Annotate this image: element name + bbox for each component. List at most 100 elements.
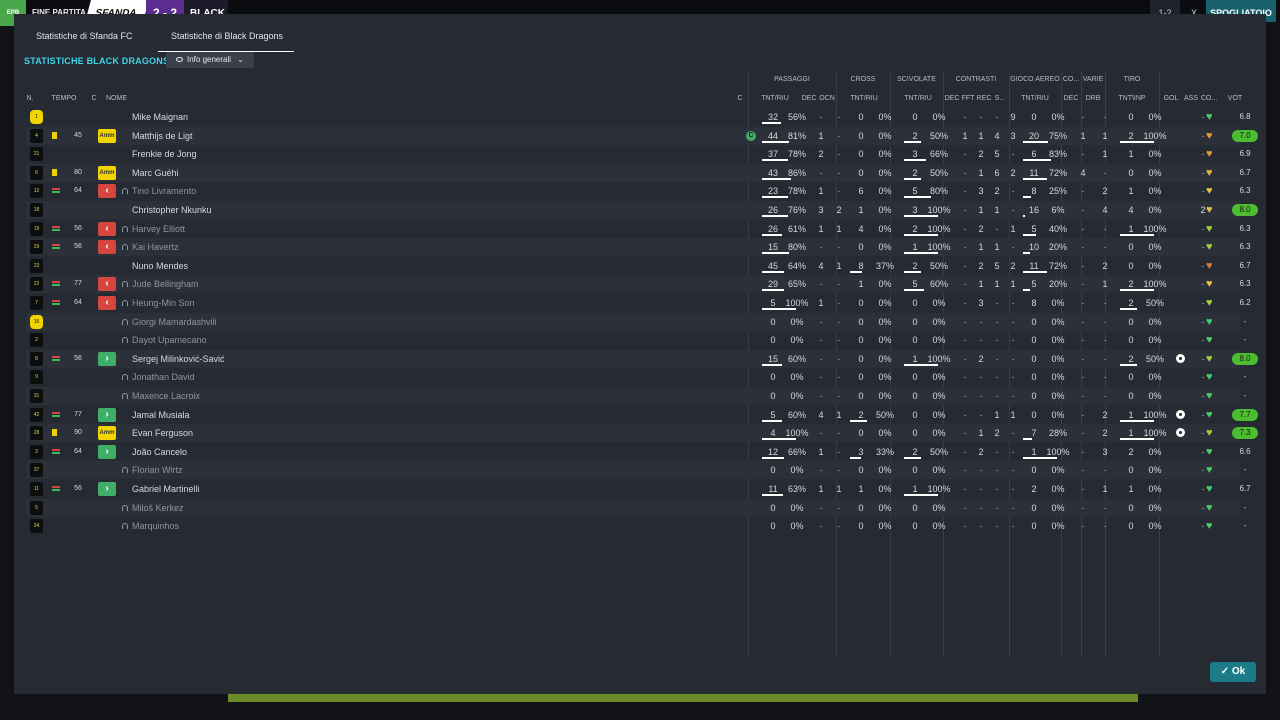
stat-percent: 0%	[878, 465, 892, 476]
stat-value: -	[1103, 521, 1107, 532]
player-name[interactable]: Miloš Kerkez	[132, 499, 184, 517]
stat-value: 2	[1128, 446, 1134, 457]
player-profile-icon[interactable]	[122, 300, 128, 306]
sub-in-arrow	[52, 284, 60, 287]
table-row[interactable]: 23 Nuno Mendes 45 64% 4 1 8 37% 2 50% -2 5 2 11 72% -2 0…	[26, 257, 1251, 275]
stat-value: 0	[1128, 372, 1134, 383]
player-name[interactable]: Harvey Elliott	[132, 220, 185, 238]
player-name[interactable]: Kai Havertz	[132, 238, 179, 256]
table-row[interactable]: 37 Florian Wirtz 0 0% - - 0 0% 0 0% - - - - 0 0% - - 0 0% - ♥…	[26, 461, 1246, 480]
substitution-icon	[52, 411, 60, 417]
player-name[interactable]: Jonathan David	[132, 368, 195, 386]
player-profile-icon[interactable]	[122, 281, 128, 288]
player-name[interactable]: Nuno Mendes	[132, 257, 188, 275]
stat-value: 0	[1031, 409, 1037, 420]
stat-bar	[1023, 233, 1036, 236]
stat-value: 1	[818, 130, 824, 141]
stat-percent: 0%	[1051, 316, 1065, 327]
player-profile-icon[interactable]	[122, 188, 128, 195]
table-row[interactable]: 7 64 ‹ Heung-Min Son 5 100% 1-0 0% 0 0% -3- -8 0% - -2…	[26, 294, 1251, 312]
player-rating: -	[1243, 521, 1247, 531]
player-name[interactable]: Florian Wirtz	[132, 461, 183, 479]
table-row[interactable]: 21 Frenkie de Jong 37 78% 2-0 0% 3 66% -2 5-6 83% -…	[26, 145, 1251, 163]
player-profile-icon[interactable]	[122, 244, 128, 251]
stat-percent: 0%	[1148, 205, 1162, 215]
table-row[interactable]: 16 Giorgi Mamardashvili 0 0% - - 0 0% 0 0% - - - - 0 0%…	[26, 312, 1246, 331]
player-name[interactable]: Mike Maignan	[132, 108, 188, 126]
player-name[interactable]: Giorgi Mamardashvili	[132, 313, 217, 331]
player-name[interactable]: Sergej Milinković-Savić	[132, 350, 225, 368]
stat-percent: 0%	[878, 149, 892, 160]
sub-out-arrow	[52, 244, 60, 247]
player-profile-icon[interactable]	[122, 225, 128, 232]
table-row[interactable]: 29 56 ‹ Kai Havertz 15 80% - -0 0% 1 100% -1 1-10 20%…	[26, 238, 1251, 257]
stat-bar	[904, 494, 938, 496]
table-row[interactable]: 19 56 ‹ Harvey Elliott 26 61% 1 1 4 0% 2 100% -2-1 5 4…	[26, 220, 1251, 238]
sub-in-arrow	[52, 358, 60, 361]
player-name[interactable]: Marquinhos	[132, 517, 179, 535]
stat-value: 2	[836, 205, 842, 215]
player-name[interactable]: Jamal Musiala	[132, 406, 190, 424]
table-row[interactable]: 22 77 ‹ Jude Bellingham 29 65% - -1 0% 5 60% -1 1 1 5 2…	[26, 275, 1251, 294]
player-profile-icon[interactable]	[122, 523, 128, 530]
player-profile-icon[interactable]	[122, 504, 128, 511]
stat-value: -	[963, 335, 967, 346]
stat-value: -	[963, 316, 967, 327]
player-profile-icon[interactable]	[122, 337, 128, 344]
tab-home-stats[interactable]: Statistiche di Sfanda FC	[36, 28, 146, 52]
player-name[interactable]: Evan Ferguson	[132, 424, 193, 442]
player-name[interactable]: Dayot Upamecano	[132, 331, 207, 349]
table-row[interactable]: 31 Maxence Lacroix 0 0% - - 0 0% 0 0% - - - - 0 0% - - 0 0%…	[26, 387, 1246, 405]
stat-percent: 0%	[1051, 409, 1065, 420]
chevron-down-icon: ⌄	[237, 55, 244, 64]
stat-value: -	[979, 409, 983, 420]
stat-bar	[904, 270, 921, 273]
stat-percent: 0%	[932, 409, 946, 420]
stat-value: 4	[1080, 167, 1086, 178]
player-name[interactable]: Marc Guéhi	[132, 164, 179, 182]
stat-value: -	[837, 242, 841, 253]
stat-value: 4	[1102, 205, 1108, 215]
player-profile-icon[interactable]	[122, 318, 128, 325]
table-row[interactable]: 18 Christopher Nkunku 26 76% 3 2 1 0% 3 100% -1 1-1…	[26, 201, 1258, 219]
stat-value: -	[1081, 298, 1085, 308]
player-profile-icon[interactable]	[122, 467, 128, 474]
player-profile-icon[interactable]	[122, 374, 128, 381]
stat-value: -	[1081, 186, 1085, 197]
player-name[interactable]: João Cancelo	[132, 443, 187, 461]
table-row[interactable]: 5 Miloš Kerkez 0 0% - -0 0% 0 0% - - - -0 0% - -0 0% - ♥ -	[26, 498, 1246, 517]
player-profile-icon[interactable]	[122, 393, 128, 399]
table-row[interactable]: 34 Marquinhos 0 0% - -0 0% 0 0% - - - -0 0% - -0 0% - ♥ -	[26, 517, 1246, 535]
player-name[interactable]: Matthijs de Ligt	[132, 127, 193, 145]
table-row[interactable]: 12 64 ‹ Tino Livramento 23 78% 1-6 0% 5 80% -3 2-8 2…	[26, 182, 1251, 200]
table-row[interactable]: 8 56 › Sergej Milinković-Savić 15 60% - -0 0% 1 10…	[26, 349, 1258, 368]
table-row[interactable]: 42 77 › Jamal Musiala 5 60% 4 1 2 50% 0 0% - -1 1 0 0% -2…	[26, 406, 1258, 424]
table-row[interactable]: 1 Mike Maignan 32 56% - -0 0% 0 0% - - -9 0 0% - -0 0% - ♥…	[26, 108, 1251, 126]
ok-button[interactable]: ✓ Ok	[1210, 662, 1256, 682]
table-row[interactable]: 11 56 › Gabriel Martinelli 11 63% 1 1 1 0% 1 100% - -…	[26, 480, 1251, 498]
player-name[interactable]: Maxence Lacroix	[132, 387, 200, 405]
table-row[interactable]: 6 80 Amm Marc Guéhi 43 86% - -0 0% 2 50% -1 6 2 11 72% 4…	[26, 163, 1251, 182]
player-name[interactable]: Tino Livramento	[132, 182, 196, 200]
sub-on-badge: ›	[98, 482, 116, 496]
table-row[interactable]: 9 Jonathan David 0 0% - - 0 0% 0 0% - - - - 0 0% - - 0 0% - ♥…	[26, 368, 1246, 386]
table-row[interactable]: 4 45 Amm Matthijs de Ligt C 44 81% 1-0 0% 2 50% 1 1 4…	[26, 126, 1258, 145]
column-header: ASS	[1183, 95, 1198, 102]
player-name[interactable]: Heung-Min Son	[132, 294, 195, 312]
player-name[interactable]: Gabriel Martinelli	[132, 480, 200, 498]
stat-value: 0	[770, 316, 776, 327]
table-row[interactable]: 3 64 › João Cancelo 12 66% 1-3 33% 2 50% -2- -1 100%…	[26, 443, 1251, 461]
player-name[interactable]: Christopher Nkunku	[132, 201, 212, 219]
player-name[interactable]: Jude Bellingham	[132, 275, 199, 293]
table-row[interactable]: 28 90 Amm Evan Ferguson 4 100% - -0 0% 0 0% -1 2-7 28…	[26, 424, 1258, 443]
stat-percent: 60%	[787, 353, 806, 364]
stat-value: -	[1011, 353, 1015, 364]
morale-heart-icon: ♥	[1206, 483, 1213, 495]
stat-percent: 0%	[878, 223, 892, 234]
stat-percent: 0%	[790, 465, 804, 476]
view-dropdown[interactable]: Info generali ⌄	[166, 52, 254, 68]
table-row[interactable]: 2 Dayot Upamecano 0 0% - - 0 0% 0 0% - - - - 0 0% - - 0 0% -…	[26, 331, 1246, 349]
player-name[interactable]: Frenkie de Jong	[132, 145, 197, 163]
tab-away-stats[interactable]: Statistiche di Black Dragons	[158, 28, 294, 52]
stat-percent: 0%	[1051, 335, 1065, 346]
